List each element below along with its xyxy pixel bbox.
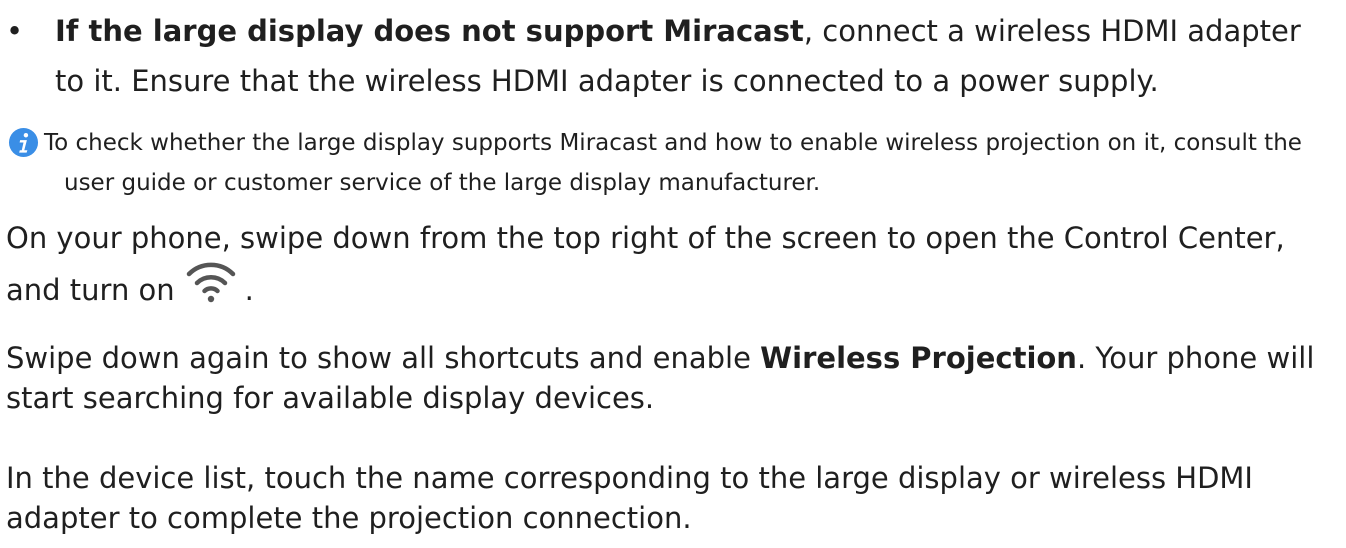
document-page: • If the large display does not support … xyxy=(0,0,1346,548)
step-2-text: Swipe down again to show all shortcuts a… xyxy=(6,341,761,375)
step-3-text: In the device list, touch the name corre… xyxy=(6,461,1253,535)
step-1-period: . xyxy=(244,273,254,307)
step-2-bold: Wireless Projection xyxy=(760,341,1077,375)
step-1-text-cont: and turn on xyxy=(6,273,175,307)
bullet-marker: • xyxy=(6,14,24,48)
step-1-line-2: and turn on . xyxy=(6,262,1336,316)
bullet-text: If the large display does not support Mi… xyxy=(55,6,1325,106)
step-3: In the device list, touch the name corre… xyxy=(6,458,1336,538)
step-1-text: On your phone, swipe down from the top r… xyxy=(6,221,1285,255)
info-icon xyxy=(8,127,39,158)
bullet-bold-lead: If the large display does not support Mi… xyxy=(55,14,804,48)
wifi-icon xyxy=(186,262,235,303)
step-2: Swipe down again to show all shortcuts a… xyxy=(6,338,1336,418)
note-text: To check whether the large display suppo… xyxy=(44,130,1302,196)
